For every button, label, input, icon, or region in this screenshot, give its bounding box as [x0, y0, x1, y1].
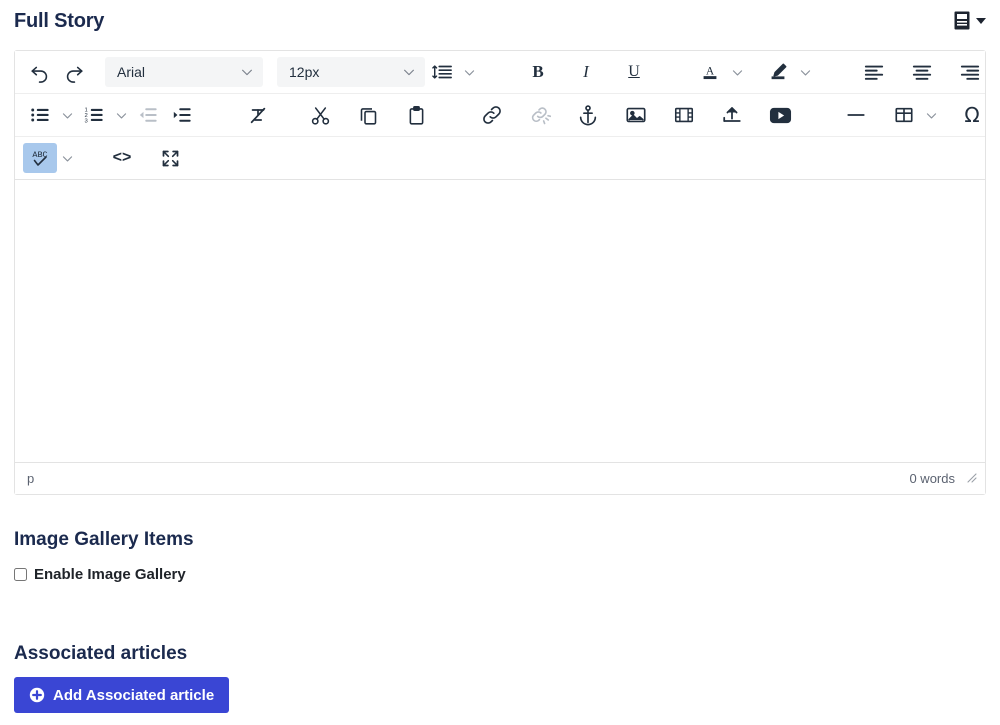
spellcheck-icon[interactable]: ABC: [23, 143, 57, 173]
line-height-icon[interactable]: [425, 57, 459, 87]
highlight-color-icon[interactable]: [761, 57, 795, 87]
plus-circle-icon: [29, 687, 45, 703]
chevron-down-icon: [240, 65, 254, 79]
add-associated-article-label: Add Associated article: [53, 686, 215, 704]
resize-handle-icon[interactable]: [965, 471, 977, 486]
redo-icon[interactable]: [57, 57, 91, 87]
chevron-down-icon: [976, 17, 986, 24]
clear-formatting-icon[interactable]: [241, 100, 275, 130]
copy-icon[interactable]: [351, 100, 385, 130]
source-code-icon[interactable]: <>: [105, 143, 139, 173]
image-gallery-title: Image Gallery Items: [14, 529, 194, 550]
toolbar-row-3: ABC <>: [15, 137, 985, 180]
bullet-list-dropdown-icon[interactable]: [57, 100, 77, 130]
paste-icon[interactable]: [399, 100, 433, 130]
cut-icon[interactable]: [303, 100, 337, 130]
numbered-list-dropdown-icon[interactable]: [111, 100, 131, 130]
enable-image-gallery-label[interactable]: Enable Image Gallery: [34, 566, 186, 583]
status-right: 0 words: [909, 471, 977, 486]
indent-icon[interactable]: [165, 100, 199, 130]
book-icon: [954, 11, 971, 30]
special-character-icon[interactable]: Ω: [955, 100, 989, 130]
page-root: Full Story Arial 12px B I U A 1 2 3 Ω AB…: [0, 0, 1000, 725]
numbered-list-icon[interactable]: 1 2 3: [77, 100, 111, 130]
svg-text:A: A: [706, 65, 715, 77]
underline-icon[interactable]: U: [617, 57, 651, 87]
font-family-value: Arial: [117, 64, 146, 80]
outdent-icon[interactable]: [131, 100, 165, 130]
toolbar-row-2: 1 2 3 Ω: [15, 94, 985, 137]
enable-image-gallery-row[interactable]: Enable Image Gallery: [14, 566, 186, 583]
anchor-icon[interactable]: [571, 100, 605, 130]
font-size-select[interactable]: 12px: [277, 57, 425, 87]
text-color-icon[interactable]: A: [693, 57, 727, 87]
chevron-down-icon: [402, 65, 416, 79]
page-title: Full Story: [14, 10, 105, 32]
editor-statusbar: p 0 words: [15, 462, 985, 494]
align-right-icon[interactable]: [953, 57, 987, 87]
toolbar-row-1: Arial 12px B I U A: [15, 51, 985, 94]
image-icon[interactable]: [619, 100, 653, 130]
fullscreen-icon[interactable]: [153, 143, 187, 173]
editor-content-area[interactable]: [15, 180, 985, 462]
add-associated-article-button[interactable]: Add Associated article: [14, 677, 230, 713]
upload-icon[interactable]: [715, 100, 749, 130]
line-height-dropdown-icon[interactable]: [459, 57, 479, 87]
element-path[interactable]: p: [27, 471, 34, 486]
svg-text:3: 3: [84, 118, 88, 124]
youtube-icon[interactable]: [763, 100, 797, 130]
table-dropdown-icon[interactable]: [921, 100, 941, 130]
bullet-list-icon[interactable]: [23, 100, 57, 130]
align-center-icon[interactable]: [905, 57, 939, 87]
enable-image-gallery-checkbox[interactable]: [14, 568, 27, 581]
italic-icon[interactable]: I: [569, 57, 603, 87]
link-icon[interactable]: [475, 100, 509, 130]
word-count: 0 words: [909, 471, 955, 486]
align-left-icon[interactable]: [857, 57, 891, 87]
table-icon[interactable]: [887, 100, 921, 130]
rich-text-editor: Arial 12px B I U A 1 2 3 Ω ABC <> p 0 wo…: [14, 50, 986, 495]
media-film-icon[interactable]: [667, 100, 701, 130]
horizontal-rule-icon[interactable]: [839, 100, 873, 130]
text-color-dropdown-icon[interactable]: [727, 57, 747, 87]
font-size-value: 12px: [289, 64, 320, 80]
highlight-color-dropdown-icon[interactable]: [795, 57, 815, 87]
view-mode-toggle[interactable]: [954, 11, 986, 30]
spellcheck-dropdown-icon[interactable]: [57, 143, 77, 173]
undo-icon[interactable]: [23, 57, 57, 87]
font-family-select[interactable]: Arial: [105, 57, 263, 87]
bold-icon[interactable]: B: [521, 57, 555, 87]
editor-toolbar: Arial 12px B I U A 1 2 3 Ω ABC <>: [15, 51, 985, 180]
unlink-icon[interactable]: [523, 100, 557, 130]
associated-articles-title: Associated articles: [14, 643, 188, 664]
